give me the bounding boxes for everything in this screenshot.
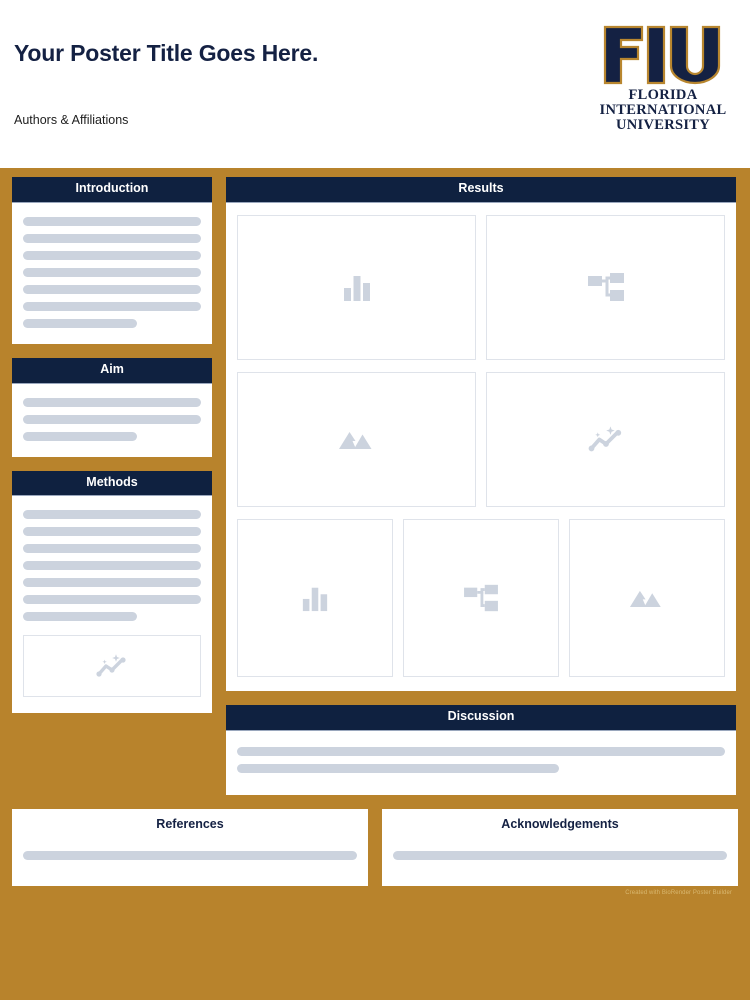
text-placeholder-line: [23, 612, 137, 622]
section-methods[interactable]: Methods: [12, 470, 212, 714]
image-placeholder-results-4[interactable]: [486, 371, 725, 507]
fiu-logo-text: FLORIDA INTERNATIONAL UNIVERSITY: [593, 88, 733, 132]
image-placeholder-results-6[interactable]: [403, 518, 559, 677]
section-acknowledgements-title: Acknowledgements: [501, 816, 619, 831]
builder-credit: Created with BioRender Poster Builder: [625, 889, 732, 896]
flowchart-icon: [587, 273, 624, 302]
text-placeholder-line: [23, 850, 357, 860]
bottom-row: References Acknowledgements: [12, 808, 738, 886]
poster-canvas: Your Poster Title Goes Here. Authors & A…: [0, 0, 750, 1000]
mountain-image-icon: [338, 432, 371, 450]
section-introduction-body[interactable]: [12, 202, 212, 344]
left-column: Introduction Aim Methods: [12, 177, 212, 727]
section-discussion-title: Discussion: [226, 704, 736, 731]
text-placeholder-line: [237, 746, 725, 756]
section-references[interactable]: References: [12, 808, 368, 886]
section-results[interactable]: Results: [226, 177, 736, 691]
text-placeholder-line: [23, 267, 201, 277]
section-results-body[interactable]: [226, 202, 736, 691]
image-placeholder-results-5[interactable]: [237, 518, 393, 677]
section-acknowledgements-body[interactable]: [382, 832, 738, 886]
section-introduction[interactable]: Introduction: [12, 177, 212, 344]
fiu-wordmark-icon: [603, 25, 721, 85]
section-aim[interactable]: Aim: [12, 357, 212, 457]
flowchart-icon: [464, 584, 498, 611]
text-placeholder-line: [23, 233, 201, 243]
poster-header: Your Poster Title Goes Here. Authors & A…: [0, 0, 750, 168]
authors-affiliations[interactable]: Authors & Affiliations: [14, 113, 128, 127]
sparkle-line-chart-icon: [588, 426, 621, 452]
section-aim-title: Aim: [12, 357, 212, 384]
text-placeholder-line: [23, 510, 201, 520]
text-placeholder-line: [23, 527, 201, 537]
section-discussion[interactable]: Discussion: [226, 704, 736, 795]
sparkle-line-chart-icon: [96, 654, 126, 677]
text-placeholder-line: [23, 561, 201, 571]
text-placeholder-line: [237, 763, 560, 773]
text-placeholder-line: [23, 544, 201, 554]
acknowledgements-column: Acknowledgements: [382, 808, 738, 886]
image-placeholder-results-2[interactable]: [486, 214, 725, 360]
image-placeholder-results-7[interactable]: [569, 518, 725, 677]
text-placeholder-line: [23, 216, 201, 226]
text-placeholder-line: [23, 284, 201, 294]
section-references-body[interactable]: [12, 832, 368, 886]
fiu-logo-line-florida: FLORIDA: [628, 87, 698, 103]
text-placeholder-line: [393, 850, 727, 860]
section-discussion-body[interactable]: [226, 730, 736, 795]
results-image-row: [237, 518, 725, 677]
text-placeholder-line: [23, 414, 201, 424]
poster-body: Introduction Aim Methods Results Discuss…: [0, 168, 750, 1000]
references-column: References: [12, 808, 368, 886]
results-image-row: [237, 371, 725, 507]
section-methods-title: Methods: [12, 470, 212, 497]
image-placeholder-results-3[interactable]: [237, 371, 476, 507]
fiu-logo-line-international: INTERNATIONAL: [599, 101, 727, 118]
section-introduction-title: Introduction: [12, 177, 212, 203]
text-placeholder-line: [23, 397, 201, 407]
section-aim-body[interactable]: [12, 383, 212, 457]
fiu-logo-line-university: UNIVERSITY: [615, 116, 711, 133]
fiu-logo: FLORIDA INTERNATIONAL UNIVERSITY: [593, 24, 733, 132]
text-placeholder-line: [23, 318, 137, 328]
text-placeholder-line: [23, 431, 137, 441]
image-placeholder-results-1[interactable]: [237, 214, 476, 360]
section-methods-body[interactable]: [12, 496, 212, 714]
poster-columns: Introduction Aim Methods Results Discuss…: [12, 177, 738, 809]
section-references-title: References: [156, 816, 224, 831]
text-placeholder-line: [23, 250, 201, 260]
image-placeholder-methods[interactable]: [23, 635, 201, 698]
text-placeholder-line: [23, 301, 201, 311]
page-title[interactable]: Your Poster Title Goes Here.: [14, 40, 318, 67]
bar-chart-icon: [343, 276, 370, 302]
text-placeholder-line: [23, 595, 201, 605]
right-column: Results Discussion: [226, 177, 736, 809]
mountain-image-icon: [629, 591, 661, 608]
results-image-row: [237, 214, 725, 360]
section-acknowledgements[interactable]: Acknowledgements: [382, 808, 738, 886]
section-results-title: Results: [226, 177, 736, 203]
text-placeholder-line: [23, 578, 201, 588]
bar-chart-icon: [302, 587, 328, 611]
